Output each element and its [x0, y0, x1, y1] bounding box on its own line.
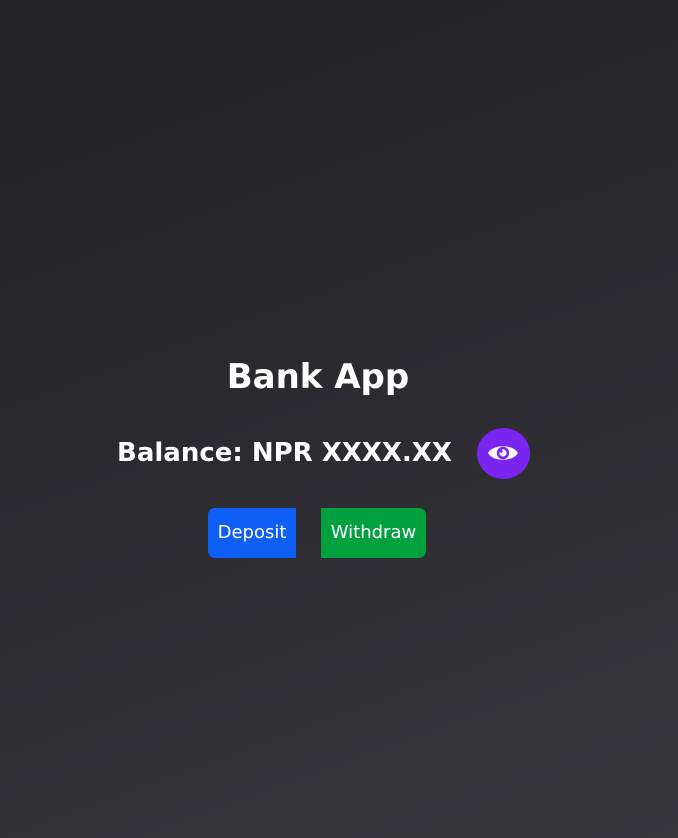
balance-text: Balance: NPR XXXX.XX [117, 438, 452, 468]
eye-icon [487, 442, 519, 464]
bank-app: Bank App Balance: NPR XXXX.XX Deposit Wi… [0, 0, 636, 838]
balance-row: Balance: NPR XXXX.XX [117, 427, 530, 479]
deposit-button[interactable]: Deposit [208, 508, 296, 558]
page-title: Bank App [226, 357, 410, 397]
withdraw-button[interactable]: Withdraw [321, 508, 426, 558]
toggle-balance-visibility-button[interactable] [476, 427, 530, 479]
action-buttons: Deposit Withdraw [208, 508, 426, 558]
